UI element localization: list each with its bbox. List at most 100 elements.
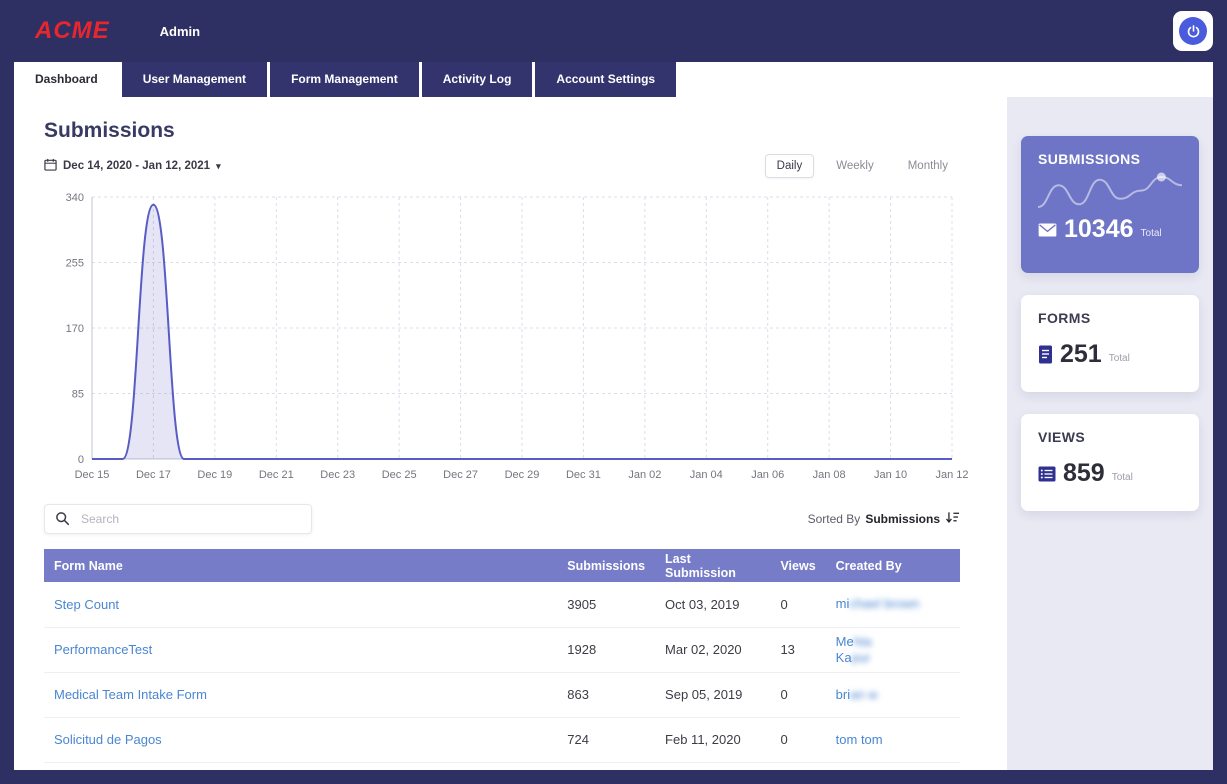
views-cell: 13 bbox=[770, 627, 825, 672]
last-submission-cell: Feb 11, 2020 bbox=[655, 717, 770, 762]
submissions-chart: Dec 15 Dec 17 Dec 19 Dec 21 Dec 23 Dec 25 Dec … bbox=[44, 187, 960, 487]
form-name-cell: Solicitud de Pagos bbox=[44, 717, 557, 762]
svg-text:Jan 02: Jan 02 bbox=[628, 469, 661, 481]
svg-text:Dec 27: Dec 27 bbox=[443, 469, 478, 481]
last-submission-cell: Sep 05, 2019 bbox=[655, 672, 770, 717]
submissions-stat-card: SUBMISSIONS 10346 Total bbox=[1021, 136, 1199, 273]
logout-button[interactable] bbox=[1173, 11, 1213, 51]
table-toolbar: Sorted By Submissions bbox=[44, 503, 960, 535]
search-box bbox=[44, 504, 312, 534]
document-icon bbox=[1038, 345, 1053, 364]
column-header-submissions[interactable]: Submissions bbox=[557, 549, 655, 582]
stats-sidebar: SUBMISSIONS 10346 Total bbox=[1007, 97, 1213, 770]
table-row: Solicitud de Pagos 724Feb 11, 20200 tom to… bbox=[44, 717, 960, 762]
svg-text:Dec 21: Dec 21 bbox=[259, 469, 294, 481]
svg-text:Dec 25: Dec 25 bbox=[382, 469, 417, 481]
app-title: Admin bbox=[160, 24, 200, 39]
svg-text:85: 85 bbox=[72, 389, 84, 401]
sort-control[interactable]: Sorted By Submissions bbox=[808, 511, 960, 527]
svg-text:Dec 19: Dec 19 bbox=[197, 469, 232, 481]
views-card-title: VIEWS bbox=[1038, 429, 1182, 445]
views-total-value: 859 bbox=[1063, 459, 1105, 488]
submissions-cell: 3905 bbox=[557, 582, 655, 627]
form-link[interactable]: PerformanceTest bbox=[54, 642, 152, 657]
submissions-total-label: Total bbox=[1141, 228, 1162, 239]
views-cell: 0 bbox=[770, 672, 825, 717]
views-total-label: Total bbox=[1112, 472, 1133, 483]
topbar: ACME Admin bbox=[0, 0, 1227, 62]
created-by-link[interactable]: tom tom bbox=[836, 732, 883, 747]
column-header-created-by[interactable]: Created By bbox=[826, 549, 960, 582]
power-icon bbox=[1179, 17, 1207, 45]
range-daily[interactable]: Daily bbox=[765, 154, 815, 178]
created-by-cell: tom tom bbox=[826, 717, 960, 762]
form-link[interactable]: Solicitud de Pagos bbox=[54, 732, 162, 747]
forms-card-title: FORMS bbox=[1038, 310, 1182, 326]
created-by-link[interactable]: Kapur bbox=[836, 650, 871, 665]
tab-form-management[interactable]: Form Management bbox=[270, 62, 419, 97]
svg-text:Jan 06: Jan 06 bbox=[751, 469, 784, 481]
form-name-cell: Step Count bbox=[44, 582, 557, 627]
submissions-cell: 863 bbox=[557, 672, 655, 717]
last-submission-cell: Mar 02, 2020 bbox=[655, 627, 770, 672]
sort-amount-icon bbox=[945, 511, 960, 527]
column-header-last-submission[interactable]: Last Submission bbox=[655, 549, 770, 582]
svg-text:0: 0 bbox=[78, 454, 84, 466]
form-link[interactable]: Step Count bbox=[54, 597, 119, 612]
form-name-cell: Medical Team Intake Form bbox=[44, 672, 557, 717]
caret-down-icon: ▾ bbox=[216, 161, 221, 172]
svg-text:Jan 04: Jan 04 bbox=[690, 469, 723, 481]
created-by-link[interactable]: michael brown bbox=[836, 596, 920, 611]
tab-activity-log[interactable]: Activity Log bbox=[422, 62, 533, 97]
submissions-cell: 1928 bbox=[557, 627, 655, 672]
views-stat-card: VIEWS bbox=[1021, 414, 1199, 511]
svg-text:Dec 15: Dec 15 bbox=[75, 469, 110, 481]
svg-text:Dec 31: Dec 31 bbox=[566, 469, 601, 481]
svg-text:Jan 12: Jan 12 bbox=[935, 469, 968, 481]
created-by-cell: michael brown bbox=[826, 582, 960, 627]
svg-text:Dec 17: Dec 17 bbox=[136, 469, 171, 481]
table-row: Medical Team Intake Form 863Sep 05, 20190… bbox=[44, 672, 960, 717]
column-header-views[interactable]: Views bbox=[770, 549, 825, 582]
search-input[interactable] bbox=[44, 504, 312, 534]
sorted-by-label: Sorted By bbox=[808, 512, 861, 526]
range-weekly[interactable]: Weekly bbox=[824, 154, 886, 178]
main-panel: Submissions Dec 14, 2020 - Jan 12, 2021 bbox=[14, 97, 1007, 770]
forms-table: Form NameSubmissionsLast SubmissionViews… bbox=[44, 549, 960, 763]
svg-text:Dec 23: Dec 23 bbox=[320, 469, 355, 481]
sparkline-chart bbox=[1038, 170, 1182, 212]
range-toggle: Daily Weekly Monthly bbox=[765, 154, 960, 178]
tab-user-management[interactable]: User Management bbox=[122, 62, 267, 97]
range-monthly[interactable]: Monthly bbox=[896, 154, 960, 178]
forms-total-label: Total bbox=[1109, 353, 1130, 364]
views-cell: 0 bbox=[770, 717, 825, 762]
svg-text:340: 340 bbox=[66, 192, 84, 204]
created-by-cell: brian w bbox=[826, 672, 960, 717]
svg-text:Dec 29: Dec 29 bbox=[505, 469, 540, 481]
created-by-link[interactable]: Mehta bbox=[836, 634, 872, 649]
table-header-row: Form NameSubmissionsLast SubmissionViews… bbox=[44, 549, 960, 582]
admin-window: ACME Admin DashboardUser ManagementForm … bbox=[0, 0, 1227, 784]
forms-total-value: 251 bbox=[1060, 340, 1102, 369]
column-header-form-name[interactable]: Form Name bbox=[44, 549, 557, 582]
area-chart: Dec 15 Dec 17 Dec 19 Dec 21 Dec 23 Dec 25 Dec … bbox=[44, 187, 960, 487]
table-row: PerformanceTest1928Mar 02, 202013MehtaKa… bbox=[44, 627, 960, 672]
tab-dashboard[interactable]: Dashboard bbox=[14, 62, 119, 97]
date-range-picker[interactable]: Dec 14, 2020 - Jan 12, 2021 ▾ bbox=[44, 158, 221, 174]
mail-icon bbox=[1038, 223, 1057, 237]
svg-text:255: 255 bbox=[66, 258, 84, 270]
forms-stat-card: FORMS 251 Total bbox=[1021, 295, 1199, 392]
form-link[interactable]: Medical Team Intake Form bbox=[54, 687, 207, 702]
chart-controls: Dec 14, 2020 - Jan 12, 2021 ▾ Daily Weekl… bbox=[44, 153, 960, 179]
form-name-cell: PerformanceTest bbox=[44, 627, 557, 672]
inner-window: DashboardUser ManagementForm ManagementA… bbox=[14, 62, 1213, 770]
sorted-by-value: Submissions bbox=[865, 512, 940, 526]
tab-account-settings[interactable]: Account Settings bbox=[535, 62, 676, 97]
calendar-icon bbox=[44, 158, 57, 174]
page-title: Submissions bbox=[44, 119, 960, 143]
svg-text:Jan 08: Jan 08 bbox=[813, 469, 846, 481]
search-icon bbox=[55, 511, 70, 531]
created-by-cell: MehtaKapur bbox=[826, 627, 960, 672]
created-by-link[interactable]: brian w bbox=[836, 687, 878, 702]
submissions-cell: 724 bbox=[557, 717, 655, 762]
